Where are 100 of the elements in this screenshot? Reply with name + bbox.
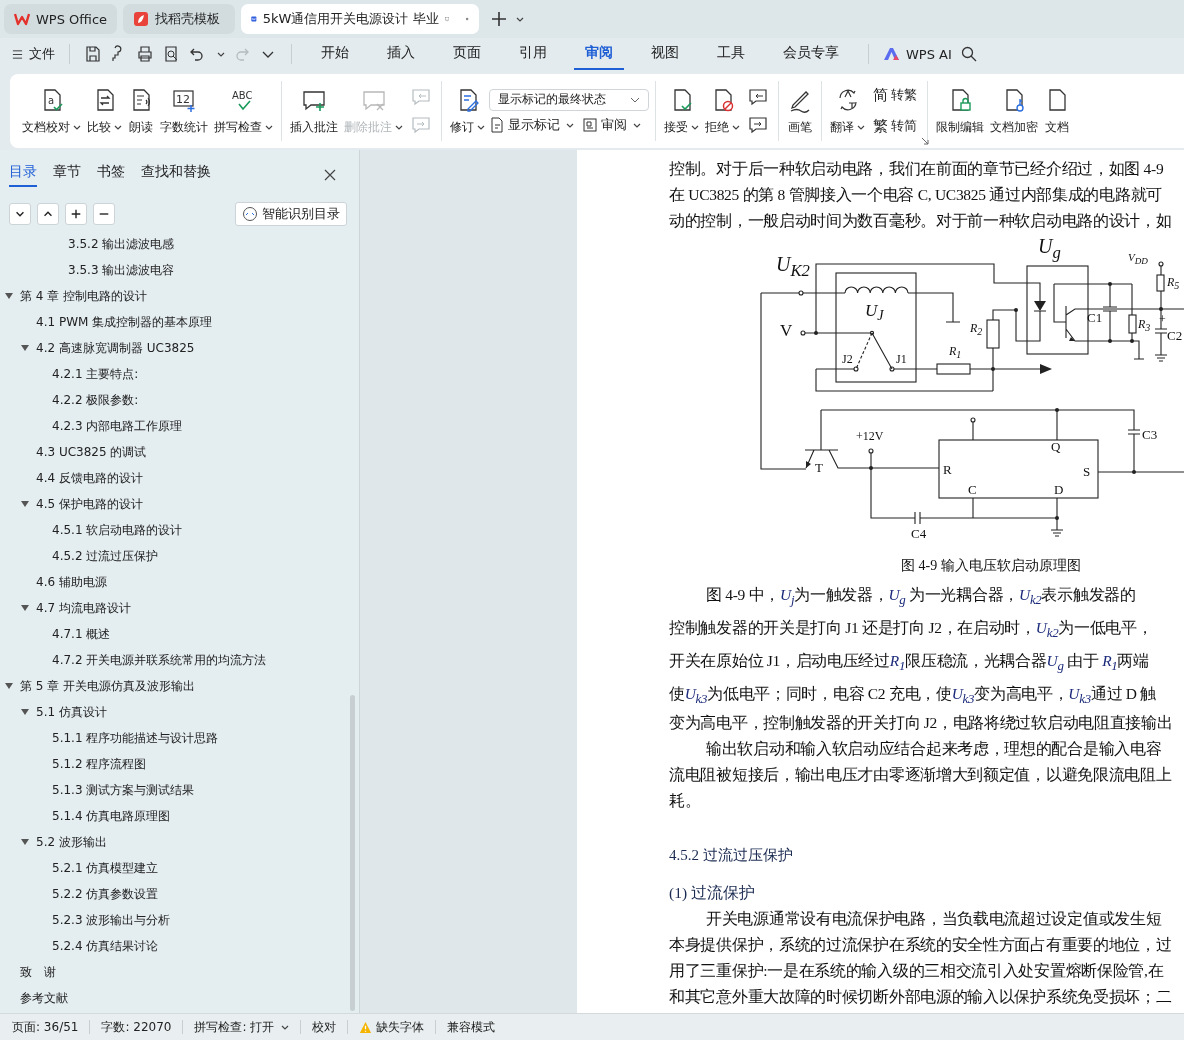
collapse-down-button[interactable] (9, 203, 31, 225)
document-tab[interactable]: 5kW通信用开关电源设计 毕业 (241, 4, 480, 34)
remove-button[interactable] (93, 203, 115, 225)
body-text: 流电阻被短接后，输出电压才由零逐渐增大到额定值，以避免限流电阻上 (669, 765, 1173, 785)
close-icon[interactable] (324, 169, 336, 181)
toc-item[interactable]: 4.7 均流电路设计 (0, 595, 359, 621)
toc-item[interactable]: 5.1.3 测试方案与测试结果 (0, 777, 359, 803)
dialog-launcher-icon[interactable] (921, 137, 929, 145)
toc-item[interactable]: 第 5 章 开关电源仿真及波形输出 (0, 673, 359, 699)
toc-item[interactable]: 5.1.2 程序流程图 (0, 751, 359, 777)
toc-item[interactable]: 5.1 仿真设计 (0, 699, 359, 725)
markup-dropdown[interactable]: 显示标记的最终状态 (489, 88, 649, 111)
ribbon-button[interactable]: 插入批注 (288, 84, 340, 138)
w-logo-icon (14, 11, 30, 27)
new-tab-icon[interactable] (491, 11, 508, 27)
ribbon-tab[interactable]: 会员专享 (772, 38, 850, 70)
toc-item[interactable]: 5.2 波形输出 (0, 829, 359, 855)
print-preview-icon[interactable] (162, 45, 180, 63)
ribbon-button[interactable]: a 文档校对 (20, 84, 83, 138)
ribbon-button[interactable]: 朗读 (126, 84, 156, 138)
sidebar-tab[interactable]: 查找和替换 (141, 163, 211, 187)
toc-item[interactable]: 4.2.1 主要特点: (0, 361, 359, 387)
body-text: 控制触发器的开关是打向 J1 还是打向 J2，在启动时，U$_{k2}$为一低电平， (669, 618, 1154, 643)
print-icon[interactable] (136, 45, 154, 63)
convert-button[interactable]: 简 转繁 (873, 86, 917, 105)
document-tab[interactable]: WPS Office (4, 4, 118, 34)
ribbon-button[interactable]: 文档加密 (988, 84, 1040, 138)
ribbon-button[interactable]: 文档 (1042, 84, 1072, 138)
toc-item[interactable]: 5.2.2 仿真参数设置 (0, 881, 359, 907)
status-item[interactable]: 校对 (312, 1018, 337, 1036)
expand-triangle-icon[interactable] (5, 292, 13, 300)
ribbon-tab[interactable]: 插入 (376, 38, 426, 70)
toc-item[interactable]: 3.5.2 输出滤波电感 (0, 231, 359, 257)
ribbon-button[interactable]: 拒绝 (703, 84, 742, 138)
comment-arrow-right-icon[interactable] (748, 115, 768, 135)
toc-item[interactable]: 4.2.2 极限参数: (0, 387, 359, 413)
ribbon-button[interactable]: 修订 (448, 84, 487, 138)
expand-triangle-icon[interactable] (21, 500, 29, 508)
ribbon-tab[interactable]: 审阅 (574, 38, 624, 70)
toc-item[interactable]: 4.6 辅助电源 (0, 569, 359, 595)
ribbon-button[interactable]: 翻译 (828, 84, 867, 138)
sidebar-tab[interactable]: 书签 (97, 163, 125, 187)
ribbon-tab[interactable]: 页面 (442, 38, 492, 70)
scrollbar-thumb[interactable] (350, 695, 355, 1011)
circuit-label: J2 (842, 353, 853, 365)
toc-item[interactable]: 4.3 UC3825 的调试 (0, 439, 359, 465)
toc-item[interactable]: 4.4 反馈电路的设计 (0, 465, 359, 491)
expand-triangle-icon[interactable] (21, 838, 29, 846)
status-item[interactable]: 页面: 36/51 (12, 1018, 79, 1036)
ribbon-tab[interactable]: 视图 (640, 38, 690, 70)
ribbon-button[interactable]: 限制编辑 (934, 84, 986, 138)
toc-item[interactable]: 4.5 保护电路的设计 (0, 491, 359, 517)
smart-toc-button[interactable]: 智能识别目录 (235, 202, 347, 226)
expand-triangle-icon[interactable] (21, 344, 29, 352)
toc-item[interactable]: 5.2.4 仿真结果讨论 (0, 933, 359, 959)
status-item[interactable]: 拼写检查: 打开 (194, 1018, 290, 1036)
ribbon-button[interactable]: 画笔 (785, 84, 815, 138)
ribbon-tab[interactable]: 引用 (508, 38, 558, 70)
expand-up-button[interactable] (37, 203, 59, 225)
circuit-label: D (1054, 483, 1064, 496)
toc-item[interactable]: 4.7.1 概述 (0, 621, 359, 647)
toc-item[interactable]: 4.1 PWM 集成控制器的基本原理 (0, 309, 359, 335)
toc-item[interactable]: 4.5.2 过流过压保护 (0, 543, 359, 569)
document-tab[interactable]: 找稻壳模板 (123, 4, 236, 34)
toc-item[interactable]: 参考文献 (0, 985, 359, 1011)
search-icon[interactable] (959, 45, 978, 63)
toc-item[interactable]: 3.5.3 输出滤波电容 (0, 257, 359, 283)
convert-button[interactable]: 繁 转简 (873, 117, 917, 136)
toc-item[interactable]: 致 谢 (0, 959, 359, 985)
toc-item[interactable]: 4.2.3 内部电路工作原理 (0, 413, 359, 439)
expand-triangle-icon[interactable] (21, 708, 29, 716)
status-item[interactable]: 字数: 22070 (101, 1018, 172, 1036)
ribbon-button[interactable]: 比较 (85, 84, 124, 138)
toc-item[interactable]: 4.5.1 软启动电路的设计 (0, 517, 359, 543)
status-item[interactable]: 兼容模式 (447, 1018, 496, 1036)
sidebar-tab[interactable]: 目录 (9, 163, 37, 187)
toc-item[interactable]: 第 4 章 控制电路的设计 (0, 283, 359, 309)
ribbon-tab[interactable]: 工具 (706, 38, 756, 70)
ribbon-button[interactable]: 显示标记 (489, 116, 574, 134)
ribbon-button[interactable]: 接受 (662, 84, 701, 138)
caret-icon (281, 1024, 290, 1030)
add-button[interactable] (65, 203, 87, 225)
expand-triangle-icon[interactable] (21, 604, 29, 612)
toc-item[interactable]: 4.2 高速脉宽调制器 UC3825 (0, 335, 359, 361)
expand-triangle-icon[interactable] (5, 682, 13, 690)
ai-button[interactable]: WPS AI (883, 46, 952, 62)
status-item[interactable]: 缺失字体 (359, 1018, 425, 1036)
comment-arrow-left-icon[interactable] (748, 87, 768, 107)
ribbon-button[interactable]: ABC 拼写检查 (212, 84, 275, 138)
toc-item[interactable]: 4.7.2 开关电源并联系统常用的均流方法 (0, 647, 359, 673)
save-icon[interactable] (84, 45, 102, 63)
ribbon-button[interactable]: 审阅 (582, 116, 641, 134)
ribbon-button[interactable]: 12 字数统计 (158, 84, 210, 138)
toc-item[interactable]: 5.1.4 仿真电路原理图 (0, 803, 359, 829)
file-menu[interactable]: 文件 (12, 45, 55, 63)
sidebar-tab[interactable]: 章节 (53, 163, 81, 187)
toc-item[interactable]: 5.2.1 仿真模型建立 (0, 855, 359, 881)
toc-item[interactable]: 5.2.3 波形输出与分析 (0, 907, 359, 933)
toc-item[interactable]: 5.1.1 程序功能描述与设计思路 (0, 725, 359, 751)
ribbon-tab[interactable]: 开始 (310, 38, 360, 70)
